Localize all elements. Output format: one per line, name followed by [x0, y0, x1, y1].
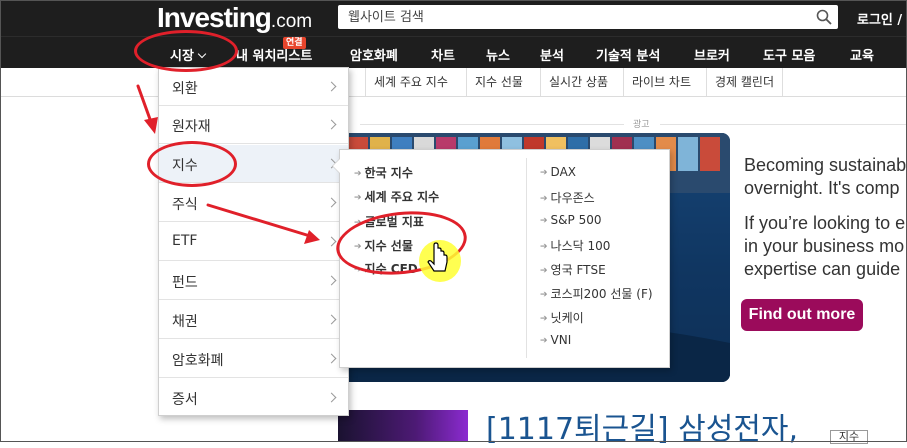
annotation-arrows — [136, 84, 320, 244]
hand-cursor-icon — [419, 240, 461, 282]
